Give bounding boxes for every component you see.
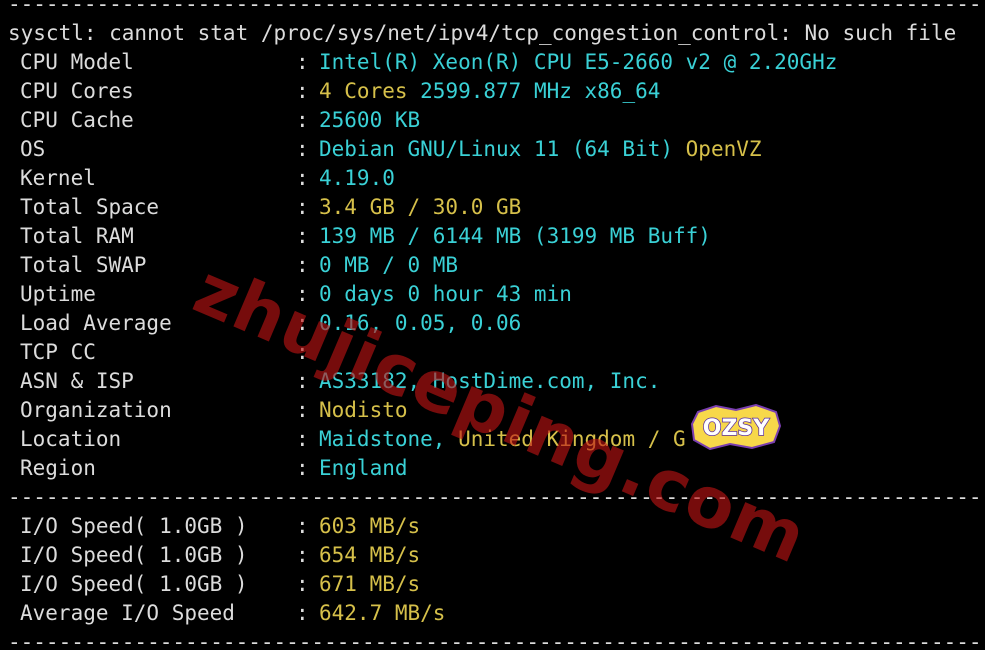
- info-value-part: OpenVZ: [673, 137, 762, 161]
- info-colon: :: [296, 50, 309, 74]
- info-row-location: Location : Maidstone, United Kingdom / G: [20, 425, 686, 454]
- terminal-window[interactable]: ----------------------------------------…: [0, 0, 985, 650]
- info-row-uptime: Uptime : 0 days 0 hour 43 min: [20, 280, 572, 309]
- info-row-asn-isp: ASN & ISP : AS33182, HostDime.com, Inc.: [20, 367, 660, 396]
- info-row-region: Region : England: [20, 454, 408, 483]
- info-value-part: 2599.877 MHz x86_64: [407, 79, 661, 103]
- info-row-total-space: Total Space : 3.4 GB / 30.0 GB: [20, 193, 521, 222]
- info-colon: :: [296, 79, 309, 103]
- info-colon: :: [296, 253, 309, 277]
- separator-line: ----------------------------------------…: [8, 0, 985, 16]
- logo-badge-icon: OZSY: [690, 404, 782, 450]
- info-value-part: Maidstone,: [319, 427, 446, 451]
- info-label: Total SWAP: [20, 253, 147, 277]
- info-label: TCP CC: [20, 340, 96, 364]
- separator-line: ----------------------------------------…: [8, 630, 985, 650]
- info-value: Debian GNU/Linux 11 (64 Bit) OpenVZ: [319, 135, 762, 164]
- io-row: I/O Speed( 1.0GB ) : 671 MB/s: [20, 570, 420, 599]
- info-colon: :: [296, 137, 309, 161]
- io-value: 603 MB/s: [319, 514, 421, 538]
- info-row-cpu-model: CPU Model : Intel(R) Xeon(R) CPU E5-2660…: [20, 48, 837, 77]
- info-value: 25600 KB: [319, 108, 421, 132]
- info-colon: :: [296, 398, 309, 422]
- info-value-part: Debian GNU/Linux 11 (64 Bit): [319, 137, 674, 161]
- info-row-tcp-cc: TCP CC :: [20, 338, 309, 367]
- io-row: I/O Speed( 1.0GB ) : 603 MB/s: [20, 512, 420, 541]
- info-row-organization: Organization : Nodisto: [20, 396, 408, 425]
- info-colon: :: [296, 224, 309, 248]
- io-value: 642.7 MB/s: [319, 601, 446, 625]
- error-line: sysctl: cannot stat /proc/sys/net/ipv4/t…: [8, 21, 957, 45]
- io-colon: :: [296, 514, 309, 538]
- info-row-total-ram: Total RAM : 139 MB / 6144 MB (3199 MB Bu…: [20, 222, 711, 251]
- info-label: ASN & ISP: [20, 369, 134, 393]
- info-label: Location: [20, 427, 122, 451]
- info-value: England: [319, 456, 408, 480]
- info-value: 139 MB / 6144 MB (3199 MB Buff): [319, 224, 711, 248]
- info-value: 0 MB / 0 MB: [319, 253, 459, 277]
- info-value: 4.19.0: [319, 166, 395, 190]
- separator-line: ----------------------------------------…: [8, 485, 985, 509]
- info-colon: :: [296, 427, 309, 451]
- info-value: 4 Cores 2599.877 MHz x86_64: [319, 77, 660, 106]
- info-label: Organization: [20, 398, 172, 422]
- info-value: 3.4 GB / 30.0 GB: [319, 195, 522, 219]
- io-row: I/O Speed( 1.0GB ) : 654 MB/s: [20, 541, 420, 570]
- info-row-kernel: Kernel : 4.19.0: [20, 164, 395, 193]
- info-label: Region: [20, 456, 96, 480]
- info-value: Intel(R) Xeon(R) CPU E5-2660 v2 @ 2.20GH…: [319, 50, 838, 74]
- info-label: OS: [20, 137, 46, 161]
- info-row-total-swap: Total SWAP : 0 MB / 0 MB: [20, 251, 458, 280]
- info-label: Load Average: [20, 311, 172, 335]
- info-label: Total Space: [20, 195, 160, 219]
- io-row-average: Average I/O Speed : 642.7 MB/s: [20, 599, 445, 628]
- info-label: Kernel: [20, 166, 96, 190]
- info-row-cpu-cache: CPU Cache : 25600 KB: [20, 106, 420, 135]
- io-colon: :: [296, 572, 309, 596]
- info-label: Total RAM: [20, 224, 134, 248]
- info-colon: :: [296, 108, 309, 132]
- io-label: I/O Speed( 1.0GB ): [20, 572, 248, 596]
- info-label: Uptime: [20, 282, 96, 306]
- info-value: 0 days 0 hour 43 min: [319, 282, 572, 306]
- info-label: CPU Model: [20, 50, 134, 74]
- io-label: I/O Speed( 1.0GB ): [20, 543, 248, 567]
- info-colon: :: [296, 456, 309, 480]
- info-label: CPU Cores: [20, 79, 134, 103]
- info-value-part: 4 Cores: [319, 79, 408, 103]
- io-value: 671 MB/s: [319, 572, 421, 596]
- io-value: 654 MB/s: [319, 543, 421, 567]
- info-row-load-average: Load Average : 0.16, 0.05, 0.06: [20, 309, 521, 338]
- info-row-cpu-cores: CPU Cores : 4 Cores 2599.877 MHz x86_64: [20, 77, 660, 106]
- info-label: CPU Cache: [20, 108, 134, 132]
- io-colon: :: [296, 601, 309, 625]
- io-colon: :: [296, 543, 309, 567]
- badge-text: OZSY: [703, 416, 770, 441]
- info-colon: :: [296, 195, 309, 219]
- io-label: I/O Speed( 1.0GB ): [20, 514, 248, 538]
- info-row-os: OS : Debian GNU/Linux 11 (64 Bit) OpenVZ: [20, 135, 762, 164]
- io-label: Average I/O Speed: [20, 601, 235, 625]
- info-colon: :: [296, 166, 309, 190]
